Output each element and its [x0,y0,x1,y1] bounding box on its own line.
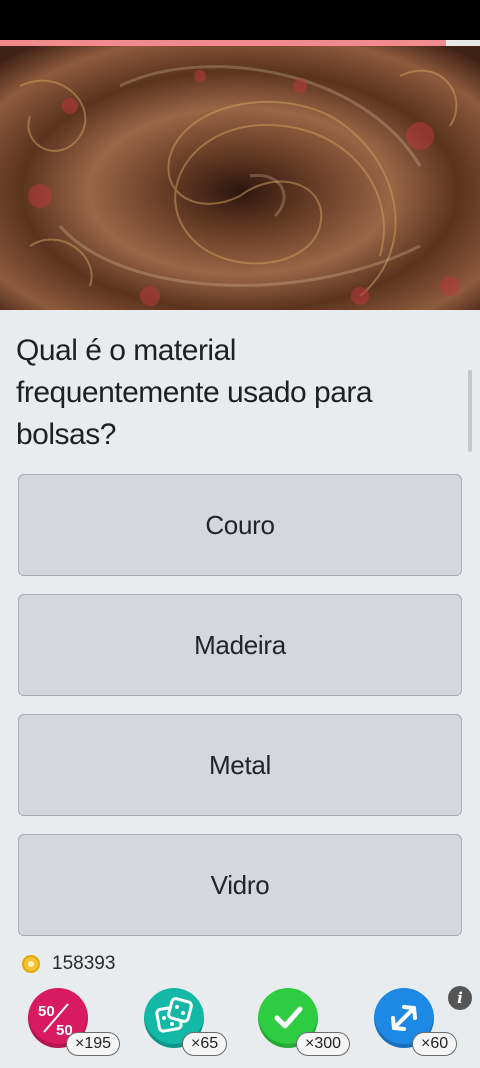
correct-answer-count: ×300 [296,1032,351,1056]
answer-option-4[interactable]: Vidro [18,834,462,936]
answer-option-2[interactable]: Madeira [18,594,462,696]
status-bar [0,0,480,40]
scrollbar[interactable] [468,370,472,452]
answer-option-3[interactable]: Metal [18,714,462,816]
swap-question-count: ×60 [412,1032,458,1056]
coin-count: 158393 [52,953,116,974]
info-icon[interactable]: i [448,986,472,1010]
coin-icon [22,955,40,973]
svg-text:50: 50 [38,1003,55,1020]
question-image [0,46,480,310]
answer-option-1[interactable]: Couro [18,474,462,576]
question-text: Qual é o material frequentemente usado p… [16,334,373,451]
fifty-fifty-count: ×195 [66,1032,121,1056]
coin-balance: 158393 [22,952,115,976]
dice-count: ×65 [182,1032,228,1056]
silk-fabric-illustration [0,46,480,310]
